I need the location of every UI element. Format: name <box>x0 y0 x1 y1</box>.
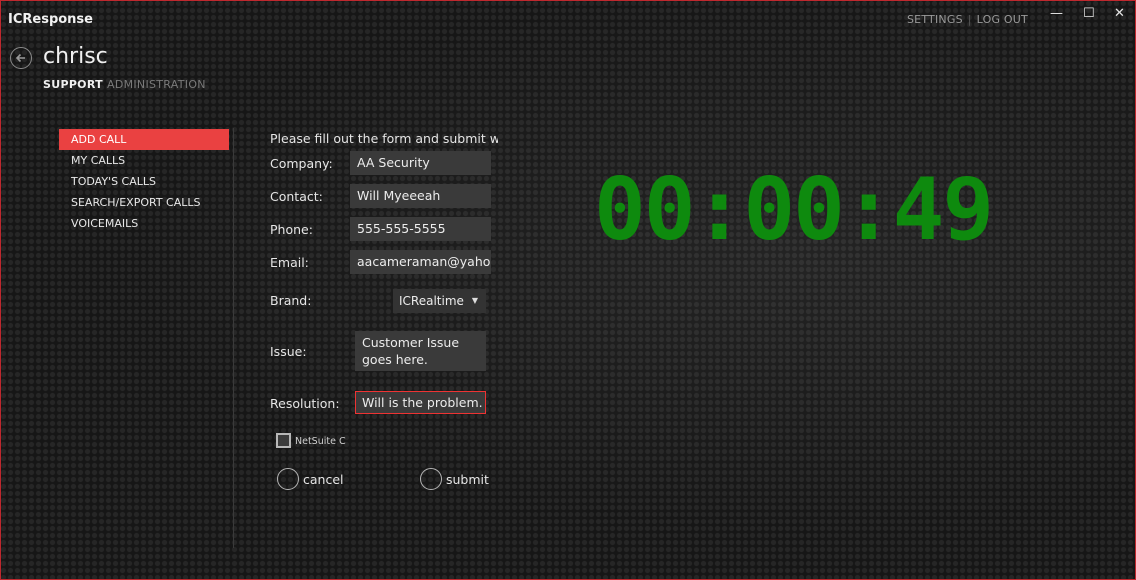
form-instructions: Please fill out the form and submit whe <box>270 131 498 146</box>
company-field[interactable]: AA Security <box>350 151 491 175</box>
top-links: SETTINGS | LOG OUT <box>907 13 1028 26</box>
submit-label[interactable]: submit <box>446 472 489 487</box>
submit-button[interactable] <box>420 468 442 490</box>
back-arrow-icon <box>15 53 25 63</box>
brand-label: Brand: <box>270 293 312 308</box>
issue-text-line: Customer Issue <box>362 335 460 350</box>
sidebar: ADD CALL MY CALLS TODAY'S CALLS SEARCH/E… <box>59 129 229 234</box>
sidebar-item-search-export-calls[interactable]: SEARCH/EXPORT CALLS <box>59 192 229 213</box>
back-button[interactable] <box>10 47 32 69</box>
sidebar-item-voicemails[interactable]: VOICEMAILS <box>59 213 229 234</box>
app-title: ICResponse <box>8 12 93 27</box>
email-label: Email: <box>270 255 309 270</box>
contact-field[interactable]: Will Myeeeah <box>350 184 491 208</box>
company-label: Company: <box>270 156 333 171</box>
contact-label: Contact: <box>270 189 323 204</box>
brand-select-value: ICRealtime <box>399 294 464 308</box>
resolution-label: Resolution: <box>270 396 340 411</box>
sidebar-item-todays-calls[interactable]: TODAY'S CALLS <box>59 171 229 192</box>
logout-link[interactable]: LOG OUT <box>977 13 1028 26</box>
cancel-button[interactable] <box>277 468 299 490</box>
resolution-field[interactable]: Will is the problem. <box>355 391 486 414</box>
link-separator: | <box>967 13 972 26</box>
issue-text-line: goes here. <box>362 352 428 367</box>
chevron-down-icon: ▼ <box>471 296 478 305</box>
phone-label: Phone: <box>270 222 313 237</box>
call-timer: 00:00:49 <box>594 160 994 260</box>
netsuite-checkbox[interactable] <box>276 433 291 448</box>
issue-textarea[interactable]: Customer Issue goes here. <box>355 331 486 371</box>
netsuite-label: NetSuite C <box>295 436 346 447</box>
issue-label: Issue: <box>270 344 307 359</box>
sidebar-divider <box>233 128 234 548</box>
email-field[interactable]: aacameraman@yahoo <box>350 250 491 274</box>
sidebar-item-my-calls[interactable]: MY CALLS <box>59 150 229 171</box>
minimize-button[interactable]: — <box>1050 6 1063 21</box>
user-name: chrisc <box>43 44 108 69</box>
cancel-label[interactable]: cancel <box>303 472 344 487</box>
settings-link[interactable]: SETTINGS <box>907 13 963 26</box>
tab-support[interactable]: SUPPORT <box>43 78 103 91</box>
close-button[interactable]: ✕ <box>1114 6 1125 21</box>
sidebar-item-add-call[interactable]: ADD CALL <box>59 129 229 150</box>
maximize-button[interactable]: ☐ <box>1083 6 1095 21</box>
tab-administration[interactable]: ADMINISTRATION <box>107 78 206 91</box>
phone-field[interactable]: 555-555-5555 <box>350 217 491 241</box>
brand-select[interactable]: ICRealtime ▼ <box>393 289 486 313</box>
